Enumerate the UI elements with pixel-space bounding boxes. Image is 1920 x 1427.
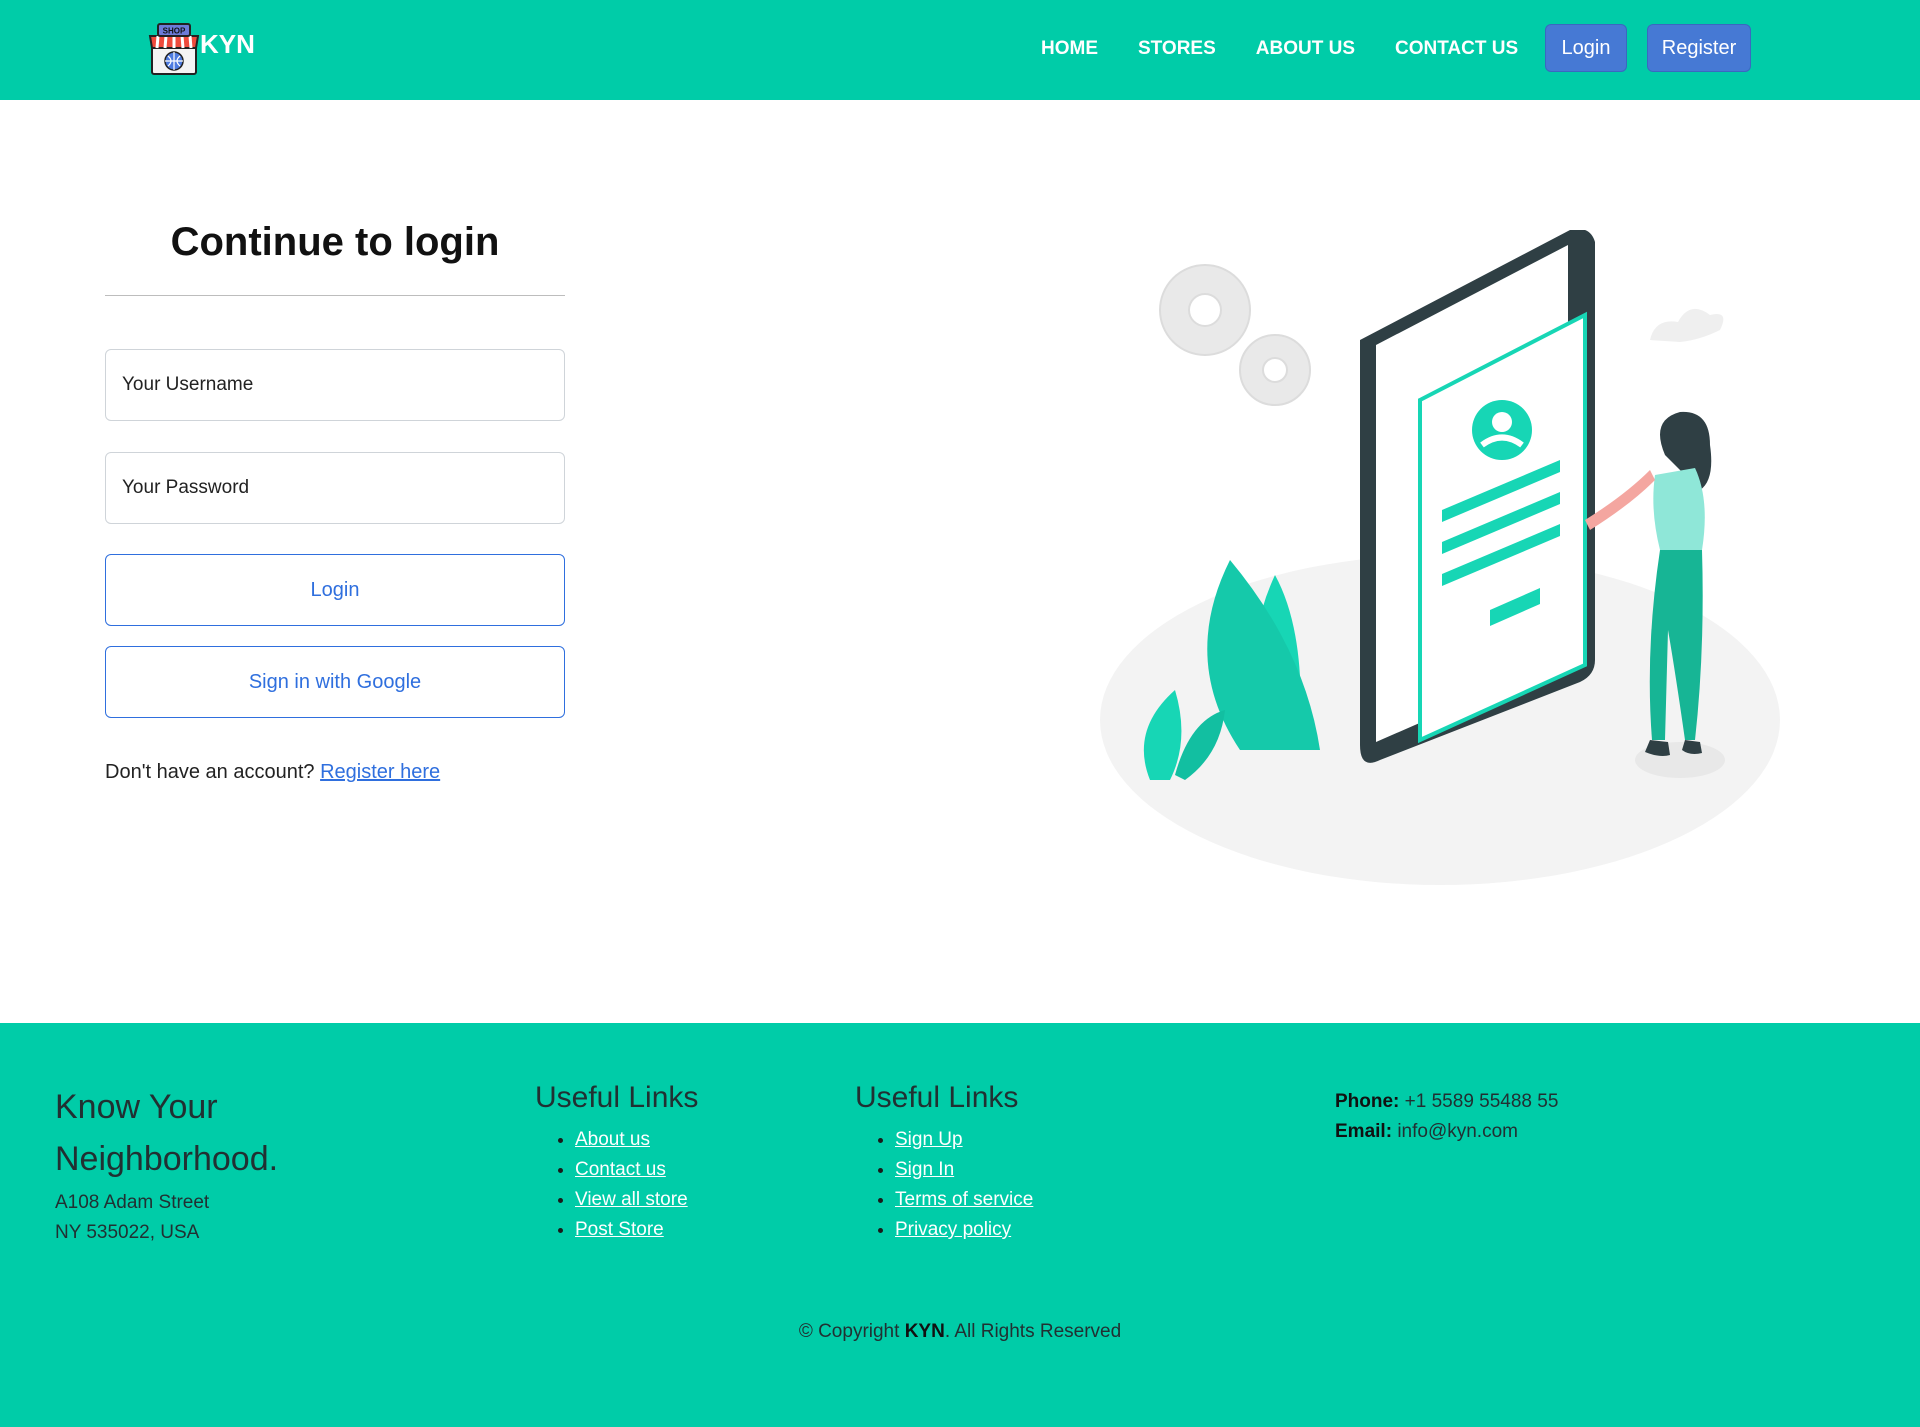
login-button[interactable]: Login	[105, 554, 565, 626]
brand[interactable]: SHOP KYN	[148, 22, 255, 76]
phone-label: Phone:	[1335, 1091, 1400, 1112]
svg-text:SHOP: SHOP	[163, 27, 186, 36]
email-label: Email:	[1335, 1121, 1393, 1142]
main-nav: HOME STORES ABOUT US CONTACT US	[1041, 38, 1558, 60]
address-line-2: NY 535022, USA	[55, 1222, 200, 1243]
list-item: View all store	[575, 1185, 698, 1215]
phone-value: +1 5589 55488 55	[1404, 1091, 1559, 1112]
footer-address: A108 Adam Street NY 535022, USA	[55, 1188, 209, 1248]
footer-contact: Phone: +1 5589 55488 55 Email: info@kyn.…	[1335, 1087, 1558, 1147]
register-link[interactable]: Register here	[320, 761, 440, 783]
footer-link-sign-in[interactable]: Sign In	[895, 1159, 954, 1180]
list-item: Terms of service	[895, 1185, 1033, 1215]
password-input[interactable]	[105, 452, 565, 524]
signup-prompt: Don't have an account? Register here	[105, 761, 440, 784]
copyright-suffix: . All Rights Reserved	[944, 1321, 1122, 1342]
list-item: Privacy policy	[895, 1215, 1033, 1245]
signup-prompt-text: Don't have an account?	[105, 761, 315, 783]
list-item: Post Store	[575, 1215, 698, 1245]
nav-about-us[interactable]: ABOUT US	[1256, 38, 1355, 60]
footer-link-post-store[interactable]: Post Store	[575, 1219, 664, 1240]
copyright-brand: KYN	[904, 1321, 945, 1342]
address-line-1: A108 Adam Street	[55, 1192, 210, 1213]
google-signin-button[interactable]: Sign in with Google	[105, 646, 565, 718]
copyright-prefix: © Copyright	[798, 1321, 900, 1342]
footer-links-title-2: Useful Links	[855, 1081, 1019, 1114]
nav-home[interactable]: HOME	[1041, 38, 1098, 60]
brand-name: KYN	[200, 28, 255, 59]
footer-link-privacy[interactable]: Privacy policy	[895, 1219, 1011, 1240]
header-login-button[interactable]: Login	[1545, 24, 1627, 72]
list-item: Contact us	[575, 1155, 698, 1185]
list-item: Sign Up	[895, 1125, 1033, 1155]
list-item: About us	[575, 1125, 698, 1155]
footer-links-list-2: Sign Up Sign In Terms of service Privacy…	[855, 1125, 1033, 1245]
footer-email: Email: info@kyn.com	[1335, 1117, 1558, 1147]
footer-links-column-2: Useful Links Sign Up Sign In Terms of se…	[855, 1081, 1033, 1245]
top-navbar: SHOP KYN HOME STORES ABOUT US CONTACT US…	[0, 0, 1920, 100]
header-register-button[interactable]: Register	[1647, 24, 1751, 72]
title-divider	[105, 295, 565, 296]
list-item: Sign In	[895, 1155, 1033, 1185]
gear-icon	[1159, 264, 1311, 406]
site-footer: Know Your Neighborhood. A108 Adam Street…	[0, 1023, 1920, 1427]
footer-links-title-1: Useful Links	[535, 1081, 699, 1114]
footer-link-contact-us[interactable]: Contact us	[575, 1159, 666, 1180]
footer-link-sign-up[interactable]: Sign Up	[895, 1129, 963, 1150]
footer-links-column-1: Useful Links About us Contact us View al…	[535, 1081, 698, 1245]
footer-link-view-all-store[interactable]: View all store	[575, 1189, 688, 1210]
footer-links-list-1: About us Contact us View all store Post …	[535, 1125, 698, 1245]
footer-phone: Phone: +1 5589 55488 55	[1335, 1087, 1558, 1117]
shop-logo-icon: SHOP	[148, 23, 200, 75]
footer-brand: Know Your Neighborhood.	[55, 1088, 279, 1178]
nav-stores[interactable]: STORES	[1138, 38, 1216, 60]
nav-contact-us[interactable]: CONTACT US	[1395, 38, 1518, 60]
username-input[interactable]	[105, 349, 565, 421]
email-value: info@kyn.com	[1397, 1121, 1518, 1142]
cloud-icon	[1650, 308, 1724, 342]
page-title: Continue to login	[170, 220, 500, 264]
footer-link-about-us[interactable]: About us	[575, 1129, 650, 1150]
login-illustration	[1100, 230, 1780, 885]
copyright: © Copyright KYN. All Rights Reserved	[0, 1321, 1920, 1343]
footer-link-terms[interactable]: Terms of service	[895, 1189, 1033, 1210]
